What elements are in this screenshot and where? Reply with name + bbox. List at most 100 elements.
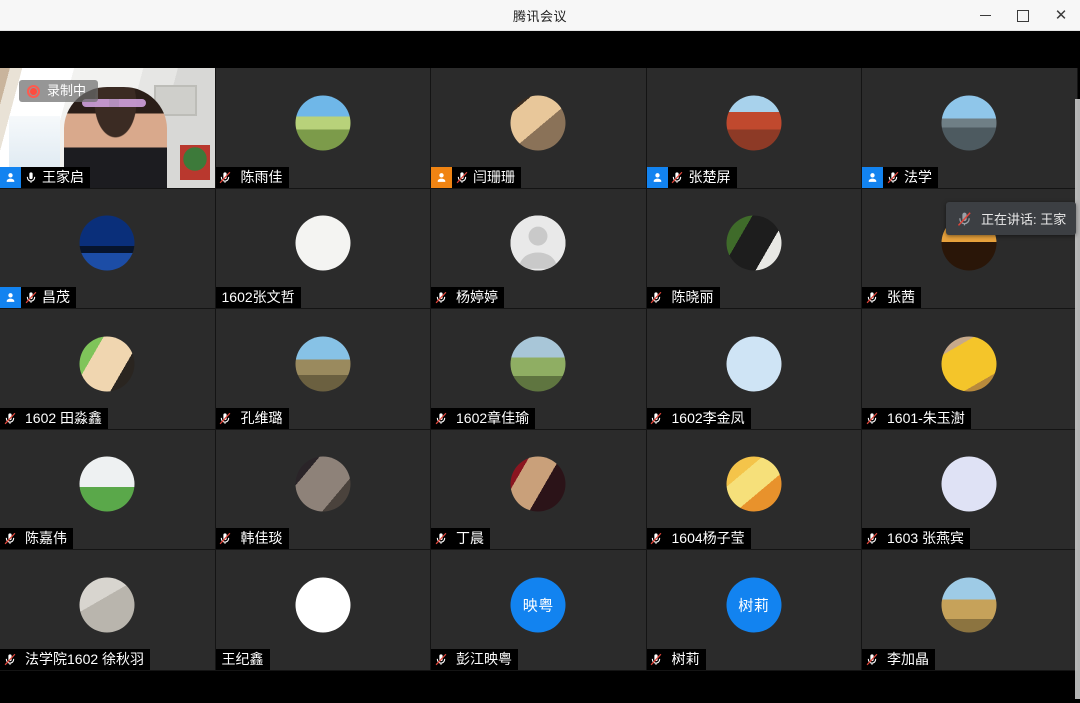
participant-nameplate: 1602章佳瑜	[431, 407, 536, 429]
avatar: 映粤	[510, 577, 566, 633]
participant-tile[interactable]: 录制中 王家启	[0, 68, 216, 189]
video-stage: 录制中 王家启 陈雨佳 闫珊珊 张楚屏 法学 昌茂 1602张文哲 杨婷婷 陈晓…	[0, 31, 1080, 703]
participant-nameplate: 1601-朱玉澍	[862, 407, 971, 429]
participant-tile[interactable]: 1602 田淼鑫	[0, 309, 216, 430]
participant-name: 1602 田淼鑫	[25, 409, 103, 426]
avatar	[295, 336, 351, 392]
mic-muted-icon	[431, 290, 450, 305]
avatar	[941, 95, 997, 151]
participant-name: 王纪鑫	[221, 650, 264, 667]
avatar	[726, 215, 782, 271]
participant-tile[interactable]: 闫珊珊	[431, 68, 647, 189]
participant-tile[interactable]: 昌茂	[0, 188, 216, 309]
grid-scrollbar[interactable]	[1075, 99, 1080, 699]
participant-nameplate: 1602李金凤	[646, 407, 751, 429]
mic-muted-icon	[431, 652, 450, 667]
participant-name: 孔维璐	[240, 409, 283, 426]
participant-name: 闫珊珊	[473, 168, 515, 185]
participant-nameplate: 1602 田淼鑫	[0, 407, 109, 429]
participant-tile[interactable]: 韩佳琰	[215, 429, 431, 550]
participant-tile[interactable]: 法学院1602 徐秋羽	[0, 550, 216, 671]
participant-nameplate: 王纪鑫	[215, 648, 270, 670]
participant-tile[interactable]: 丁晨	[431, 429, 647, 550]
participant-name: 法学院1602 徐秋羽	[25, 650, 145, 667]
participant-tile[interactable]: 张楚屏	[646, 68, 862, 189]
participant-name: 彭江映粤	[456, 650, 512, 667]
participant-tile[interactable]: 法学	[862, 68, 1078, 189]
mic-muted-icon	[956, 210, 973, 228]
participant-tile[interactable]: 1602李金凤	[646, 309, 862, 430]
avatar	[941, 577, 997, 633]
participant-tile[interactable]: 王纪鑫	[215, 550, 431, 671]
cohost-badge-icon	[431, 166, 452, 188]
host-badge-icon	[862, 166, 883, 188]
participant-nameplate: 法学院1602 徐秋羽	[0, 648, 151, 670]
recording-label: 录制中	[47, 83, 87, 98]
participant-name: 李加晶	[887, 650, 929, 667]
participant-nameplate: 张茜	[862, 287, 921, 308]
participant-tile[interactable]: 孔维璐	[215, 309, 431, 430]
window-title: 腾讯会议	[512, 8, 567, 24]
participant-tile[interactable]: 1602张文哲	[215, 188, 431, 309]
participant-grid: 录制中 王家启 陈雨佳 闫珊珊 张楚屏 法学 昌茂 1602张文哲 杨婷婷 陈晓…	[0, 68, 1080, 671]
mic-muted-icon	[0, 652, 19, 667]
mic-muted-icon	[216, 170, 235, 185]
participant-name: 1602李金凤	[671, 409, 745, 426]
avatar	[79, 336, 135, 392]
recording-badge: 录制中	[19, 80, 99, 102]
recording-dot-icon	[27, 84, 40, 98]
mic-muted-icon	[647, 290, 666, 305]
mic-muted-icon	[216, 411, 235, 426]
mic-muted-icon	[0, 411, 19, 426]
participant-tile[interactable]: 1602章佳瑜	[431, 309, 647, 430]
speaking-tooltip-text: 正在讲话: 王家	[981, 212, 1067, 227]
mic-muted-icon	[216, 531, 235, 546]
participant-nameplate: 1603 张燕宾	[862, 528, 971, 549]
avatar: 树莉	[726, 577, 782, 633]
participant-nameplate: 法学	[862, 166, 938, 188]
maximize-button[interactable]	[1004, 0, 1042, 31]
participant-tile[interactable]: 映粤 彭江映粤	[431, 550, 647, 671]
participant-nameplate: 陈雨佳	[215, 166, 289, 188]
participant-nameplate: 韩佳琰	[215, 528, 289, 549]
title-bar: 腾讯会议 ✕	[0, 0, 1080, 31]
tencent-meeting-window: 腾讯会议 ✕ 录制中 王家启 陈雨佳 闫珊珊 张楚屏 法学 昌茂 1602张文哲…	[0, 0, 1080, 703]
avatar	[295, 215, 351, 271]
participant-name: 杨婷婷	[456, 289, 498, 305]
participant-name: 王家启	[42, 168, 84, 185]
participant-name: 陈嘉伟	[25, 530, 67, 546]
avatar	[510, 215, 566, 271]
avatar	[941, 456, 997, 512]
minimize-button[interactable]	[966, 0, 1004, 31]
participant-name: 陈晓丽	[671, 289, 714, 305]
participant-nameplate: 丁晨	[431, 528, 490, 549]
participant-tile[interactable]: 李加晶	[862, 550, 1078, 671]
mic-on-icon	[21, 170, 40, 185]
participant-name: 丁晨	[456, 530, 484, 546]
participant-nameplate: 1604杨子莹	[646, 528, 751, 549]
participant-name: 1602章佳瑜	[456, 409, 530, 426]
participant-tile[interactable]: 陈雨佳	[215, 68, 431, 189]
participant-nameplate: 树莉	[646, 648, 706, 670]
host-badge-icon	[0, 287, 21, 308]
avatar	[79, 456, 135, 512]
participant-tile[interactable]: 树莉 树莉	[646, 550, 862, 671]
participant-tile[interactable]: 1603 张燕宾	[862, 429, 1078, 550]
mic-muted-icon	[862, 531, 881, 546]
avatar	[295, 577, 351, 633]
participant-nameplate: 昌茂	[0, 287, 76, 308]
avatar	[726, 456, 782, 512]
avatar	[510, 456, 566, 512]
participant-tile[interactable]: 杨婷婷	[431, 188, 647, 309]
participant-tile[interactable]: 陈嘉伟	[0, 429, 216, 550]
participant-tile[interactable]: 1604杨子莹	[646, 429, 862, 550]
participant-tile[interactable]: 1601-朱玉澍	[862, 309, 1078, 430]
mic-muted-icon	[431, 411, 450, 426]
close-button[interactable]: ✕	[1042, 0, 1080, 31]
participant-name: 1604杨子莹	[671, 530, 745, 546]
mic-muted-icon	[647, 652, 666, 667]
participant-tile[interactable]: 陈晓丽	[646, 188, 862, 309]
participant-nameplate: 张楚屏	[646, 166, 737, 188]
participant-name: 树莉	[671, 650, 700, 667]
avatar	[295, 95, 351, 151]
